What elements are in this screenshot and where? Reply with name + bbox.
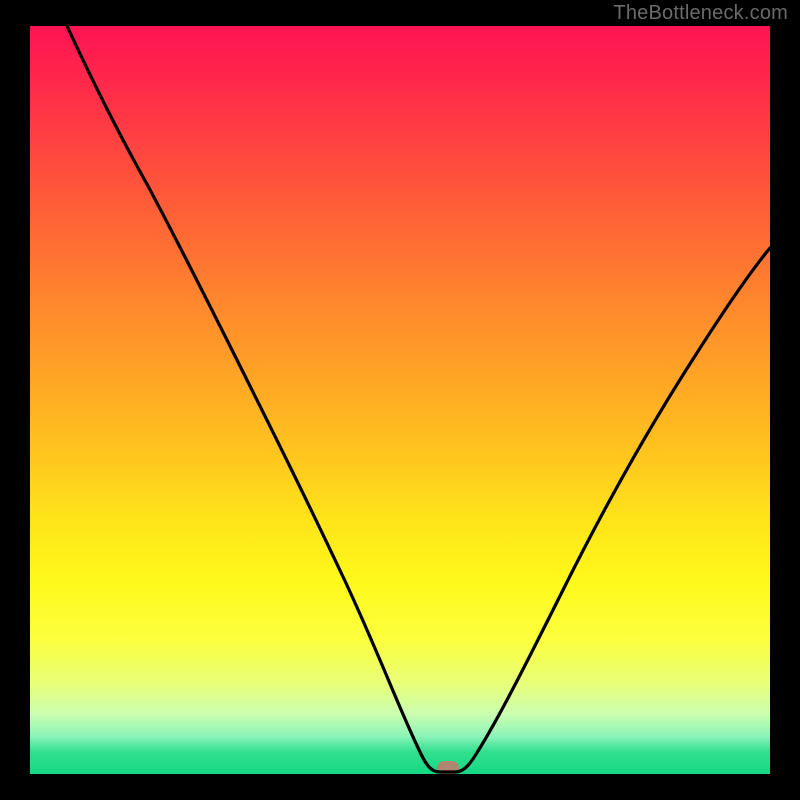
watermark-text: TheBottleneck.com [613, 2, 788, 25]
chart-stage: TheBottleneck.com [0, 0, 800, 800]
bottleneck-curve [30, 26, 770, 774]
plot-area [30, 26, 770, 774]
